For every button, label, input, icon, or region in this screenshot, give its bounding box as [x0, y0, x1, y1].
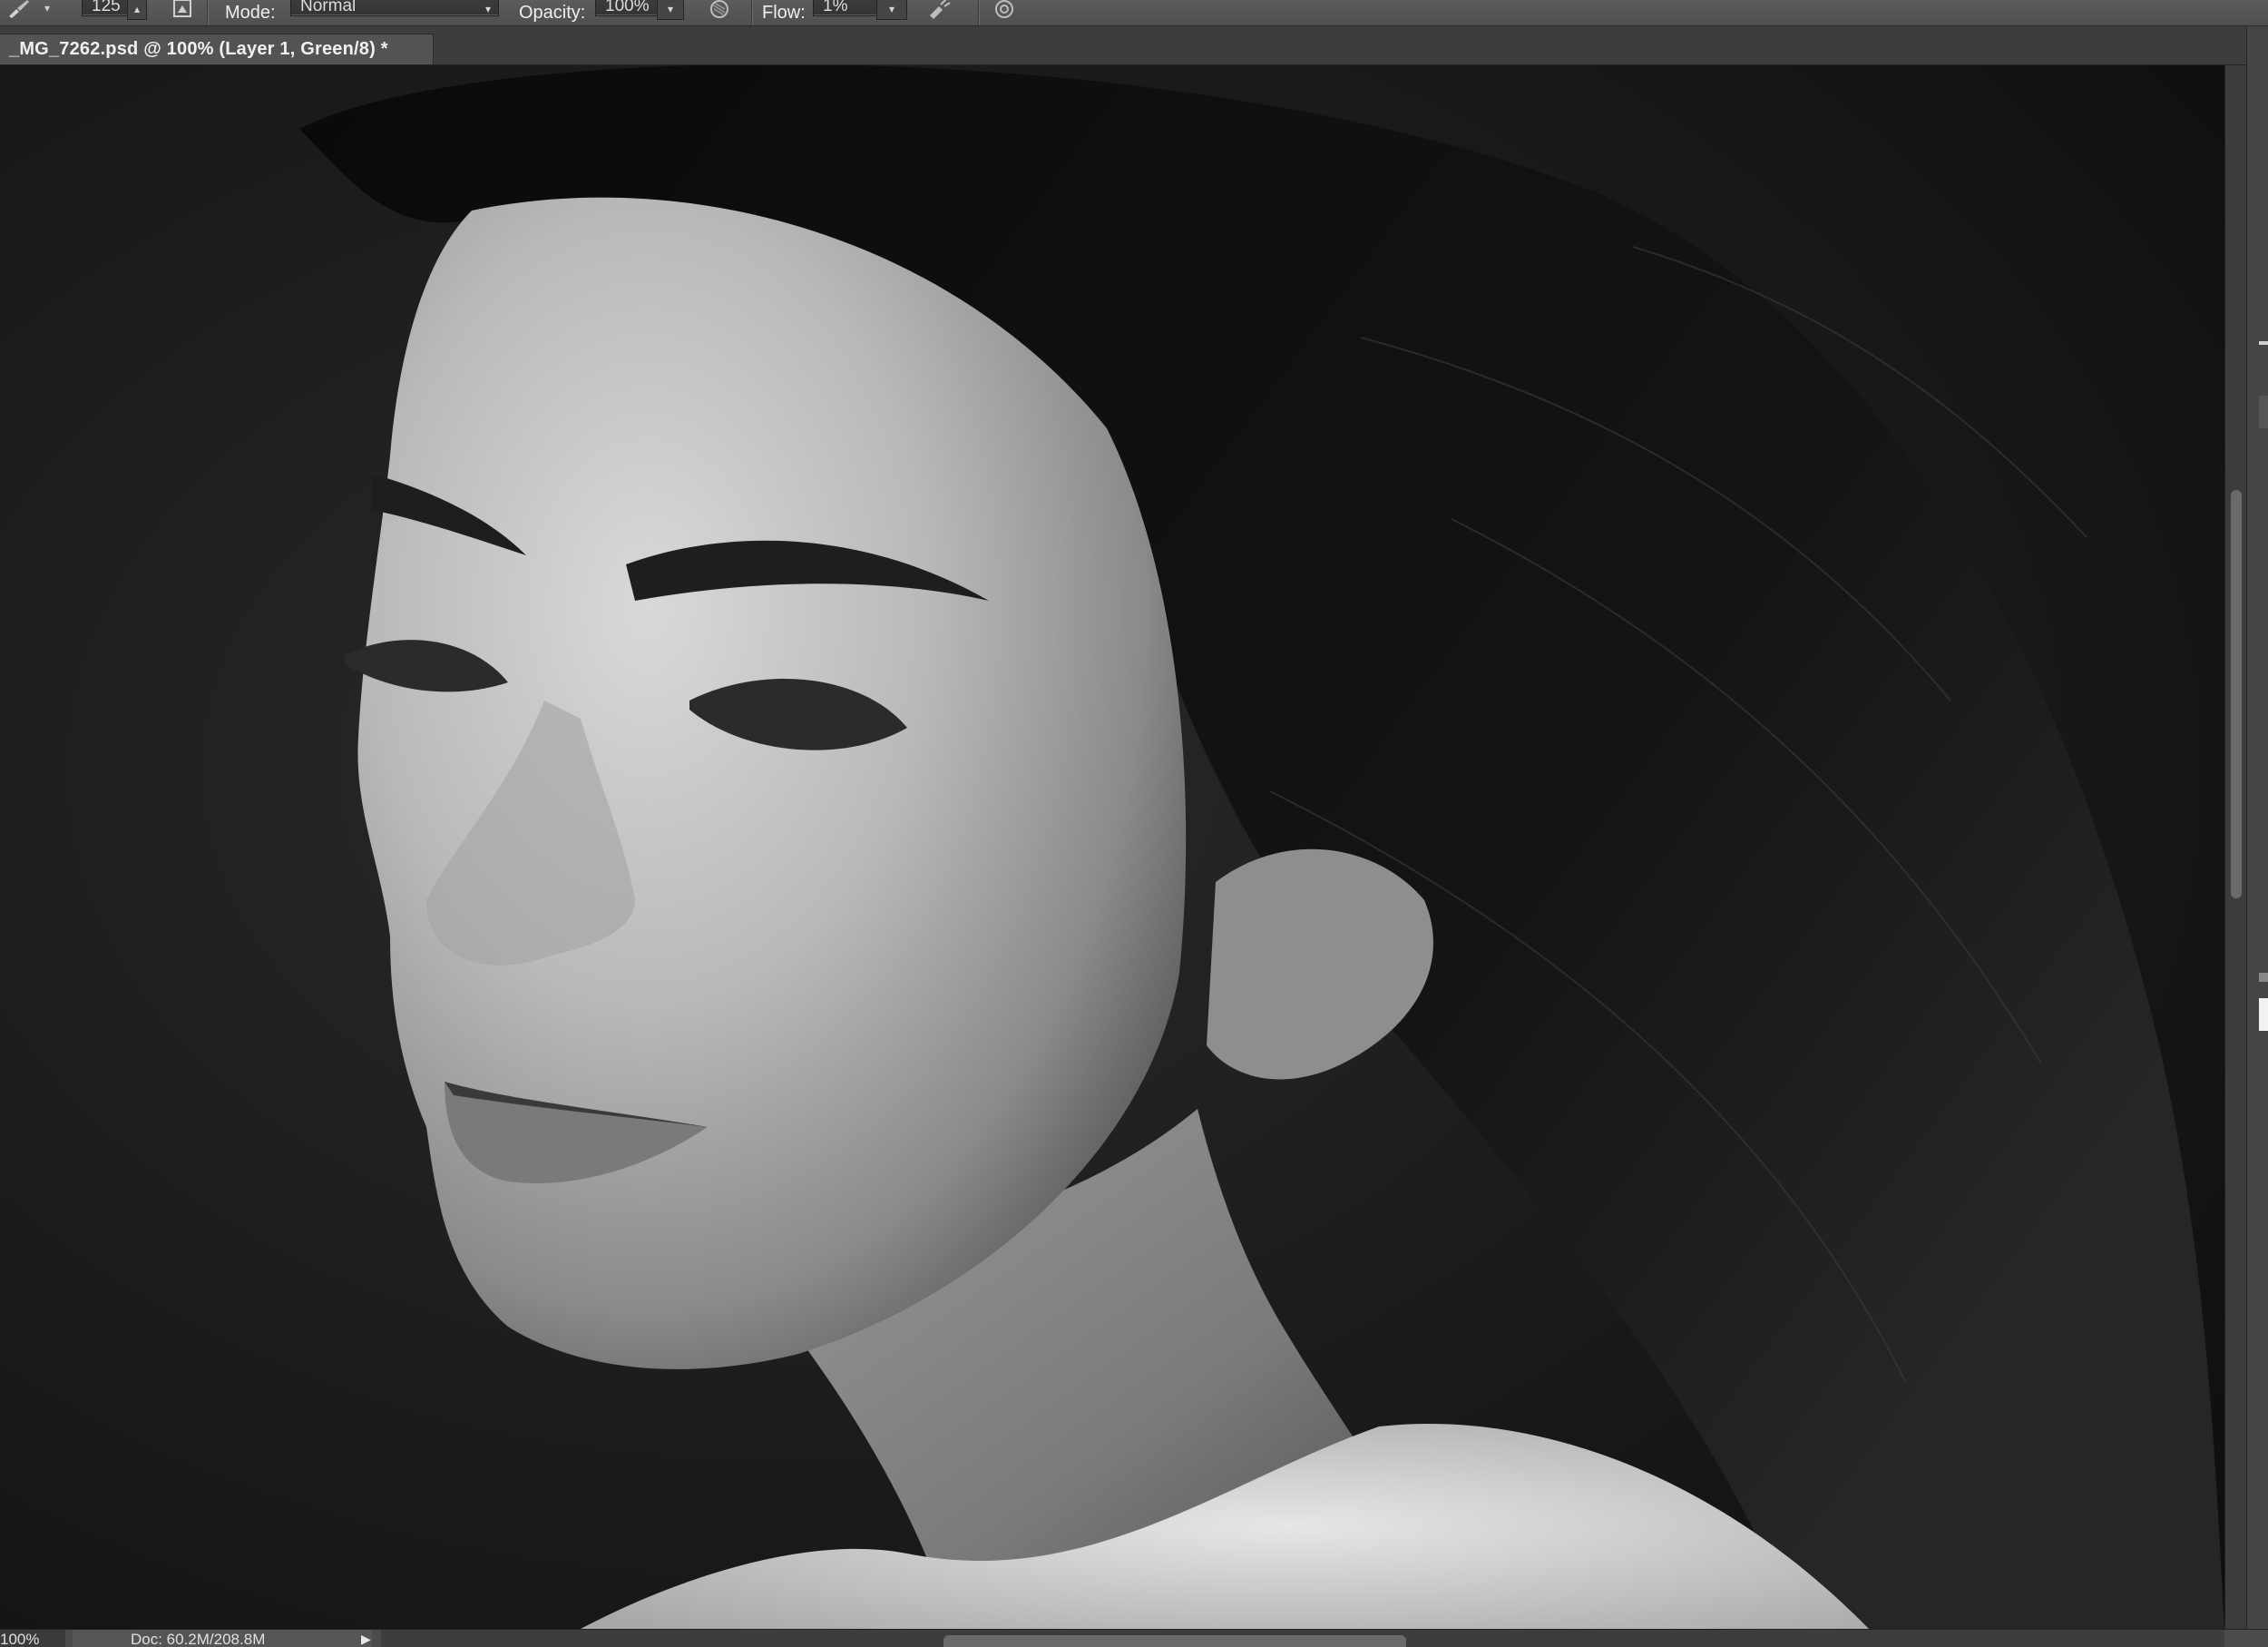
mode-group: Mode:	[225, 0, 276, 25]
pressure-opacity-icon[interactable]	[706, 0, 733, 20]
pressure-size-icon[interactable]	[991, 0, 1018, 20]
panel-indicator	[2259, 341, 2268, 345]
brush-icon[interactable]	[5, 0, 33, 20]
brush-size-dropdown-icon[interactable]: ▴	[127, 0, 147, 20]
document-tab-strip: _MG_7262.psd @ 100% (Layer 1, Green/8) *	[0, 26, 2268, 65]
opacity-dropdown-icon[interactable]: ▾	[657, 0, 684, 20]
mode-select[interactable]: Normal	[290, 0, 499, 16]
airbrush-icon[interactable]	[925, 0, 953, 20]
status-bar: 100% Doc: 60.2M/208.8M ▶	[0, 1629, 2268, 1647]
flow-group: Flow:	[762, 0, 806, 25]
opacity-group: Opacity:	[519, 0, 585, 25]
collapsed-panel-dock[interactable]	[2246, 26, 2268, 1646]
mode-label: Mode:	[225, 2, 276, 23]
brush-size-field[interactable]: 125	[82, 0, 131, 16]
opacity-label: Opacity:	[519, 2, 586, 23]
vertical-scroll-thumb[interactable]	[2231, 490, 2242, 898]
portrait-photo	[0, 65, 2224, 1629]
status-menu-arrow-icon[interactable]: ▶	[361, 1632, 371, 1647]
document-size-info: Doc: 60.2M/208.8M	[73, 1630, 372, 1647]
panel-indicator	[2259, 396, 2268, 428]
document-tab[interactable]: _MG_7262.psd @ 100% (Layer 1, Green/8) *	[0, 34, 434, 64]
opacity-field[interactable]: 100%	[595, 0, 659, 16]
document-canvas[interactable]	[0, 65, 2224, 1629]
mode-dropdown-icon[interactable]: ▾	[477, 0, 499, 20]
brush-panel-toggle-icon[interactable]	[169, 0, 196, 20]
flow-dropdown-icon[interactable]: ▾	[876, 0, 907, 20]
horizontal-scroll-thumb[interactable]	[943, 1635, 1406, 1647]
brush-preset-dropdown-icon[interactable]: ▾	[40, 0, 54, 20]
flow-field[interactable]: 1%	[813, 0, 878, 16]
separator	[207, 0, 208, 25]
panel-indicator	[2259, 973, 2268, 982]
separator	[978, 0, 979, 25]
document-tab-title: _MG_7262.psd @ 100% (Layer 1, Green/8) *	[9, 39, 388, 59]
flow-label: Flow:	[762, 2, 806, 23]
separator	[751, 0, 752, 25]
options-bar: ▾ 125 ▴ Mode: Normal ▾ Opacity: 100% ▾ F…	[0, 0, 2268, 26]
zoom-level-field[interactable]: 100%	[0, 1630, 65, 1647]
panel-indicator	[2259, 998, 2268, 1031]
